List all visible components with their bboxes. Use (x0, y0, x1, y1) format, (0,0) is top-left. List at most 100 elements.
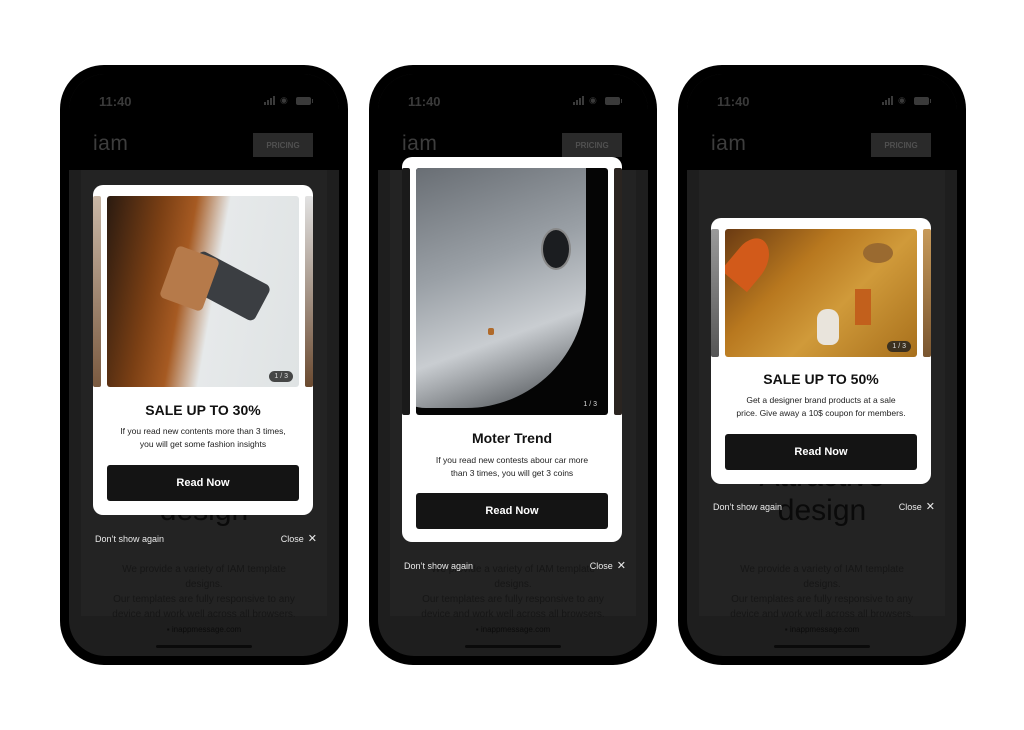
text-line: designs. (803, 579, 841, 590)
close-label: Close (280, 534, 304, 544)
app-logo: iam (711, 132, 747, 155)
top-bar: 11:40 ◉ iam PRICING (687, 74, 957, 170)
top-bar: 11:40 ◉ iam PRICING (378, 74, 648, 170)
vase-shape (817, 309, 839, 345)
text-line: If you read new contests abour car more (435, 455, 589, 465)
battery-icon (296, 96, 313, 105)
close-x-icon: ✕ (616, 560, 626, 572)
close-button[interactable]: Close ✕ (280, 533, 317, 545)
text-line: If you read new contents more than 3 tim… (120, 426, 286, 436)
close-label: Close (589, 561, 613, 571)
text-line: device and work well across all browsers… (421, 609, 605, 620)
popup-description: Get a designer brand products at a sale … (721, 394, 921, 420)
text-line: you will get some fashion insights (139, 439, 267, 449)
phone-mockup-2: 11:40 ◉ iam PRICING Attractive design We… (369, 65, 657, 665)
popup-footer: Don’t show again Close ✕ (404, 560, 626, 572)
prev-slide-peek[interactable] (711, 229, 719, 357)
wifi-icon: ◉ (898, 95, 906, 105)
dont-show-again-link[interactable]: Don’t show again (713, 502, 782, 512)
in-app-popup: 1 / 3 SALE UP TO 30% If you read new con… (93, 185, 313, 515)
sports-car-image[interactable]: 1 / 3 (416, 168, 608, 415)
text-line: than 3 times, you will get 3 coins (450, 468, 574, 478)
text-line: device and work well across all browsers… (112, 609, 296, 620)
signal-icon (573, 96, 584, 105)
fashion-phone-case-image[interactable]: 1 / 3 (107, 196, 299, 387)
signal-icon (264, 96, 275, 105)
text-line: We provide a variety of IAM template (740, 564, 904, 575)
home-indicator (465, 645, 561, 648)
signal-icon (882, 96, 893, 105)
slide-counter: 1 / 3 (887, 341, 911, 352)
text-line: designs. (494, 579, 532, 590)
text-line: device and work well across all browsers… (730, 609, 914, 620)
url-bar: ▪ inappmessage.com (475, 625, 551, 634)
text-line: Our templates are fully responsive to an… (731, 594, 913, 605)
next-slide-peek[interactable] (614, 168, 622, 415)
car-headlight-shape (541, 228, 571, 270)
phone-mockup-1: 11:40 ◉ iam PRICING Attractive design We… (60, 65, 348, 665)
orange-cup-shape (855, 289, 871, 325)
slide-counter: 1 / 3 (583, 401, 597, 408)
app-logo: iam (93, 132, 129, 155)
text-line: Our templates are fully responsive to an… (422, 594, 604, 605)
text-line: designs. (185, 579, 223, 590)
car-hood-shape (416, 168, 586, 408)
popup-description: If you read new contents more than 3 tim… (103, 425, 303, 451)
popup-description: If you read new contests abour car more … (412, 454, 612, 480)
battery-icon (914, 96, 931, 105)
text-line: Our templates are fully responsive to an… (113, 594, 295, 605)
home-indicator (156, 645, 252, 648)
background-text: We provide a variety of IAM template des… (400, 562, 626, 622)
close-label: Close (898, 502, 922, 512)
read-now-button[interactable]: Read Now (725, 434, 917, 470)
wifi-icon: ◉ (589, 95, 597, 105)
prev-slide-peek[interactable] (402, 168, 410, 415)
text-line: Get a designer brand products at a sale (746, 395, 896, 405)
popup-title: Moter Trend (471, 430, 553, 446)
pricing-button[interactable]: PRICING (253, 133, 313, 157)
slide-counter: 1 / 3 (269, 371, 293, 382)
top-bar: 11:40 ◉ iam PRICING (69, 74, 339, 170)
close-x-icon: ✕ (307, 533, 317, 545)
popup-footer: Don’t show again Close ✕ (95, 533, 317, 545)
background-text: We provide a variety of IAM template des… (91, 562, 317, 622)
popup-footer: Don’t show again Close ✕ (713, 501, 935, 513)
status-icons: ◉ (882, 95, 931, 105)
in-app-popup: 1 / 3 SALE UP TO 50% Get a designer bran… (711, 218, 931, 484)
status-icons: ◉ (573, 95, 622, 105)
phone-screen: 11:40 ◉ iam PRICING Attractive design We… (69, 74, 339, 656)
phone-screen: 11:40 ◉ iam PRICING Attractive design We… (687, 74, 957, 656)
next-slide-peek[interactable] (305, 196, 313, 387)
close-button[interactable]: Close ✕ (589, 560, 626, 572)
dont-show-again-link[interactable]: Don’t show again (95, 534, 164, 544)
status-time: 11:40 (717, 94, 750, 109)
status-time: 11:40 (99, 94, 132, 109)
home-indicator (774, 645, 870, 648)
dont-show-again-link[interactable]: Don’t show again (404, 561, 473, 571)
designer-decor-image[interactable]: 1 / 3 (725, 229, 917, 357)
next-slide-peek[interactable] (923, 229, 931, 357)
phone-screen: 11:40 ◉ iam PRICING Attractive design We… (378, 74, 648, 656)
battery-icon (605, 96, 622, 105)
popup-title: SALE UP TO 30% (145, 402, 261, 418)
close-button[interactable]: Close ✕ (898, 501, 935, 513)
url-bar: ▪ inappmessage.com (166, 625, 242, 634)
text-line: price. Give away a 10$ coupon for member… (736, 408, 906, 418)
text-line: We provide a variety of IAM template (122, 564, 286, 575)
car-badge-shape (488, 328, 494, 335)
pricing-button[interactable]: PRICING (871, 133, 931, 157)
lotus-pod-shape (863, 243, 893, 263)
prev-slide-peek[interactable] (93, 196, 101, 387)
pricing-button[interactable]: PRICING (562, 133, 622, 157)
status-icons: ◉ (264, 96, 313, 105)
palm-leaf-shape (725, 231, 780, 293)
close-x-icon: ✕ (925, 501, 935, 513)
status-time: 11:40 (408, 94, 441, 109)
phone-mockup-3: 11:40 ◉ iam PRICING Attractive design We… (678, 65, 966, 665)
read-now-button[interactable]: Read Now (416, 493, 608, 529)
read-now-button[interactable]: Read Now (107, 465, 299, 501)
in-app-popup: 1 / 3 Moter Trend If you read new contes… (402, 157, 622, 542)
url-bar: ▪ inappmessage.com (784, 625, 860, 634)
app-logo: iam (402, 132, 438, 155)
background-text: We provide a variety of IAM template des… (709, 562, 935, 622)
